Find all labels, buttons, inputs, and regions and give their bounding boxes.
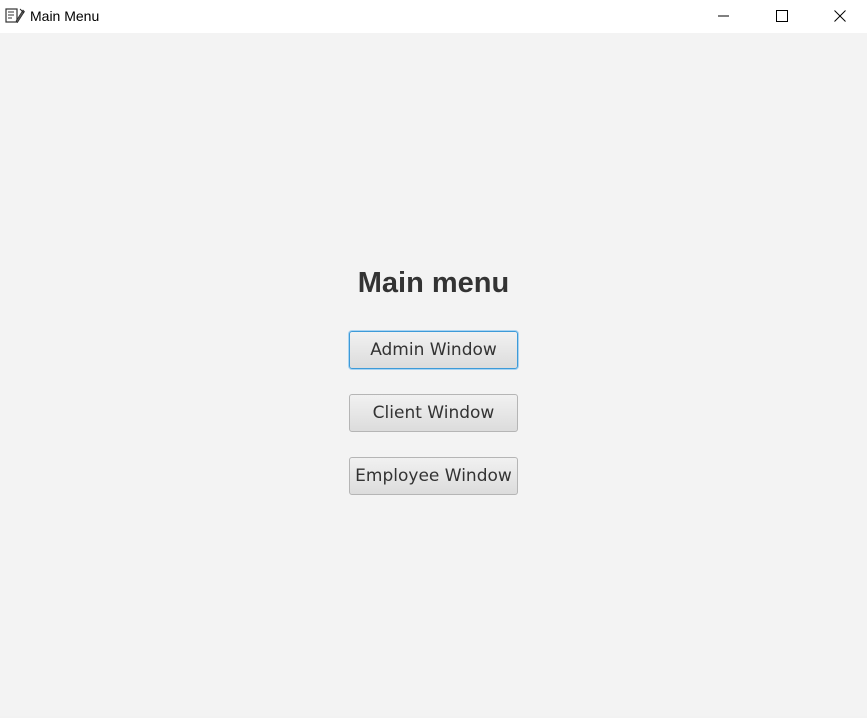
close-icon: [834, 9, 846, 22]
admin-window-label: Admin Window: [370, 340, 497, 360]
client-window-button[interactable]: Client Window: [349, 394, 518, 432]
admin-window-button[interactable]: Admin Window: [349, 331, 518, 369]
maximize-icon: [776, 9, 788, 22]
page-title: Main menu: [357, 267, 510, 299]
minimize-icon: [718, 10, 730, 22]
main-content: Main menu Admin Window Client Window Emp…: [0, 33, 867, 716]
employee-window-label: Employee Window: [355, 466, 512, 486]
maximize-button[interactable]: [753, 0, 811, 31]
client-window-label: Client Window: [372, 403, 495, 423]
title-bar[interactable]: Main Menu: [0, 0, 867, 33]
employee-window-button[interactable]: Employee Window: [349, 457, 518, 495]
java-app-icon: [5, 7, 25, 24]
window-title: Main Menu: [30, 8, 100, 24]
close-button[interactable]: [811, 0, 867, 31]
minimize-button[interactable]: [695, 0, 753, 31]
